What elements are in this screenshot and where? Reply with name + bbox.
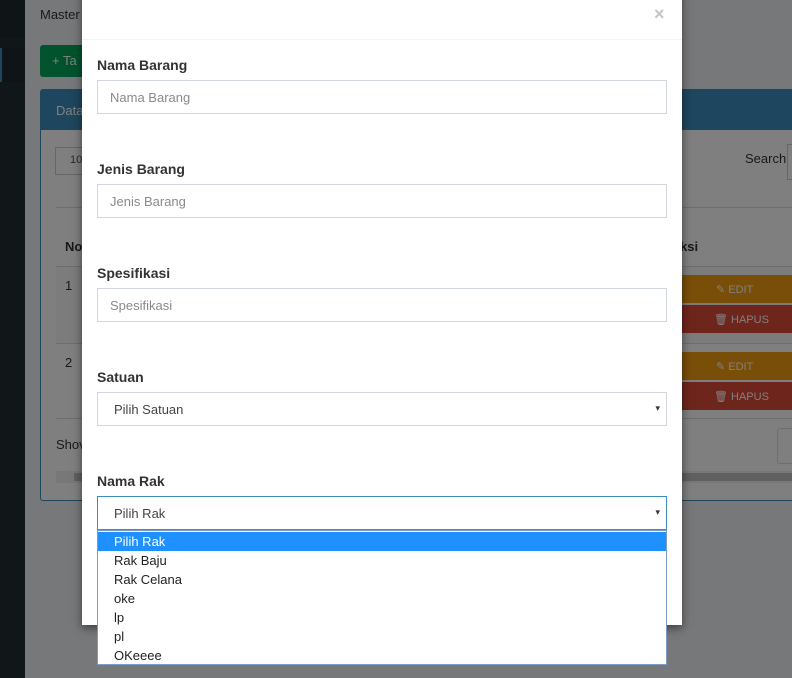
dropdown-option[interactable]: Rak Celana — [98, 570, 666, 589]
dropdown-option[interactable]: Rak Baju — [98, 551, 666, 570]
chevron-down-icon: ▾ — [655, 403, 660, 413]
jenis-barang-label: Jenis Barang — [97, 161, 185, 177]
chevron-down-icon: ▾ — [655, 507, 660, 517]
satuan-select[interactable]: Pilih Satuan ▾ — [97, 392, 667, 426]
satuan-select-value: Pilih Satuan — [114, 402, 184, 417]
dropdown-option[interactable]: OKeeee — [98, 646, 666, 665]
dropdown-option[interactable]: oke — [98, 589, 666, 608]
spesifikasi-label: Spesifikasi — [97, 265, 171, 281]
dropdown-option[interactable]: lp — [98, 608, 666, 627]
jenis-barang-input[interactable] — [97, 184, 667, 218]
dropdown-option[interactable]: Pilih Rak — [98, 532, 666, 551]
nama-rak-select-value: Pilih Rak — [114, 506, 166, 521]
dropdown-option[interactable]: pl — [98, 627, 666, 646]
nama-barang-input[interactable] — [97, 80, 667, 114]
satuan-label: Satuan — [97, 369, 144, 385]
close-icon[interactable]: × — [654, 4, 665, 24]
nama-rak-dropdown-list[interactable]: Pilih Rak Rak Baju Rak Celana oke lp pl … — [97, 530, 667, 665]
spesifikasi-input[interactable] — [97, 288, 667, 322]
nama-rak-label: Nama Rak — [97, 473, 165, 489]
nama-barang-label: Nama Barang — [97, 57, 188, 73]
modal-header: × — [82, 0, 682, 40]
nama-rak-select[interactable]: Pilih Rak ▾ — [97, 496, 667, 530]
